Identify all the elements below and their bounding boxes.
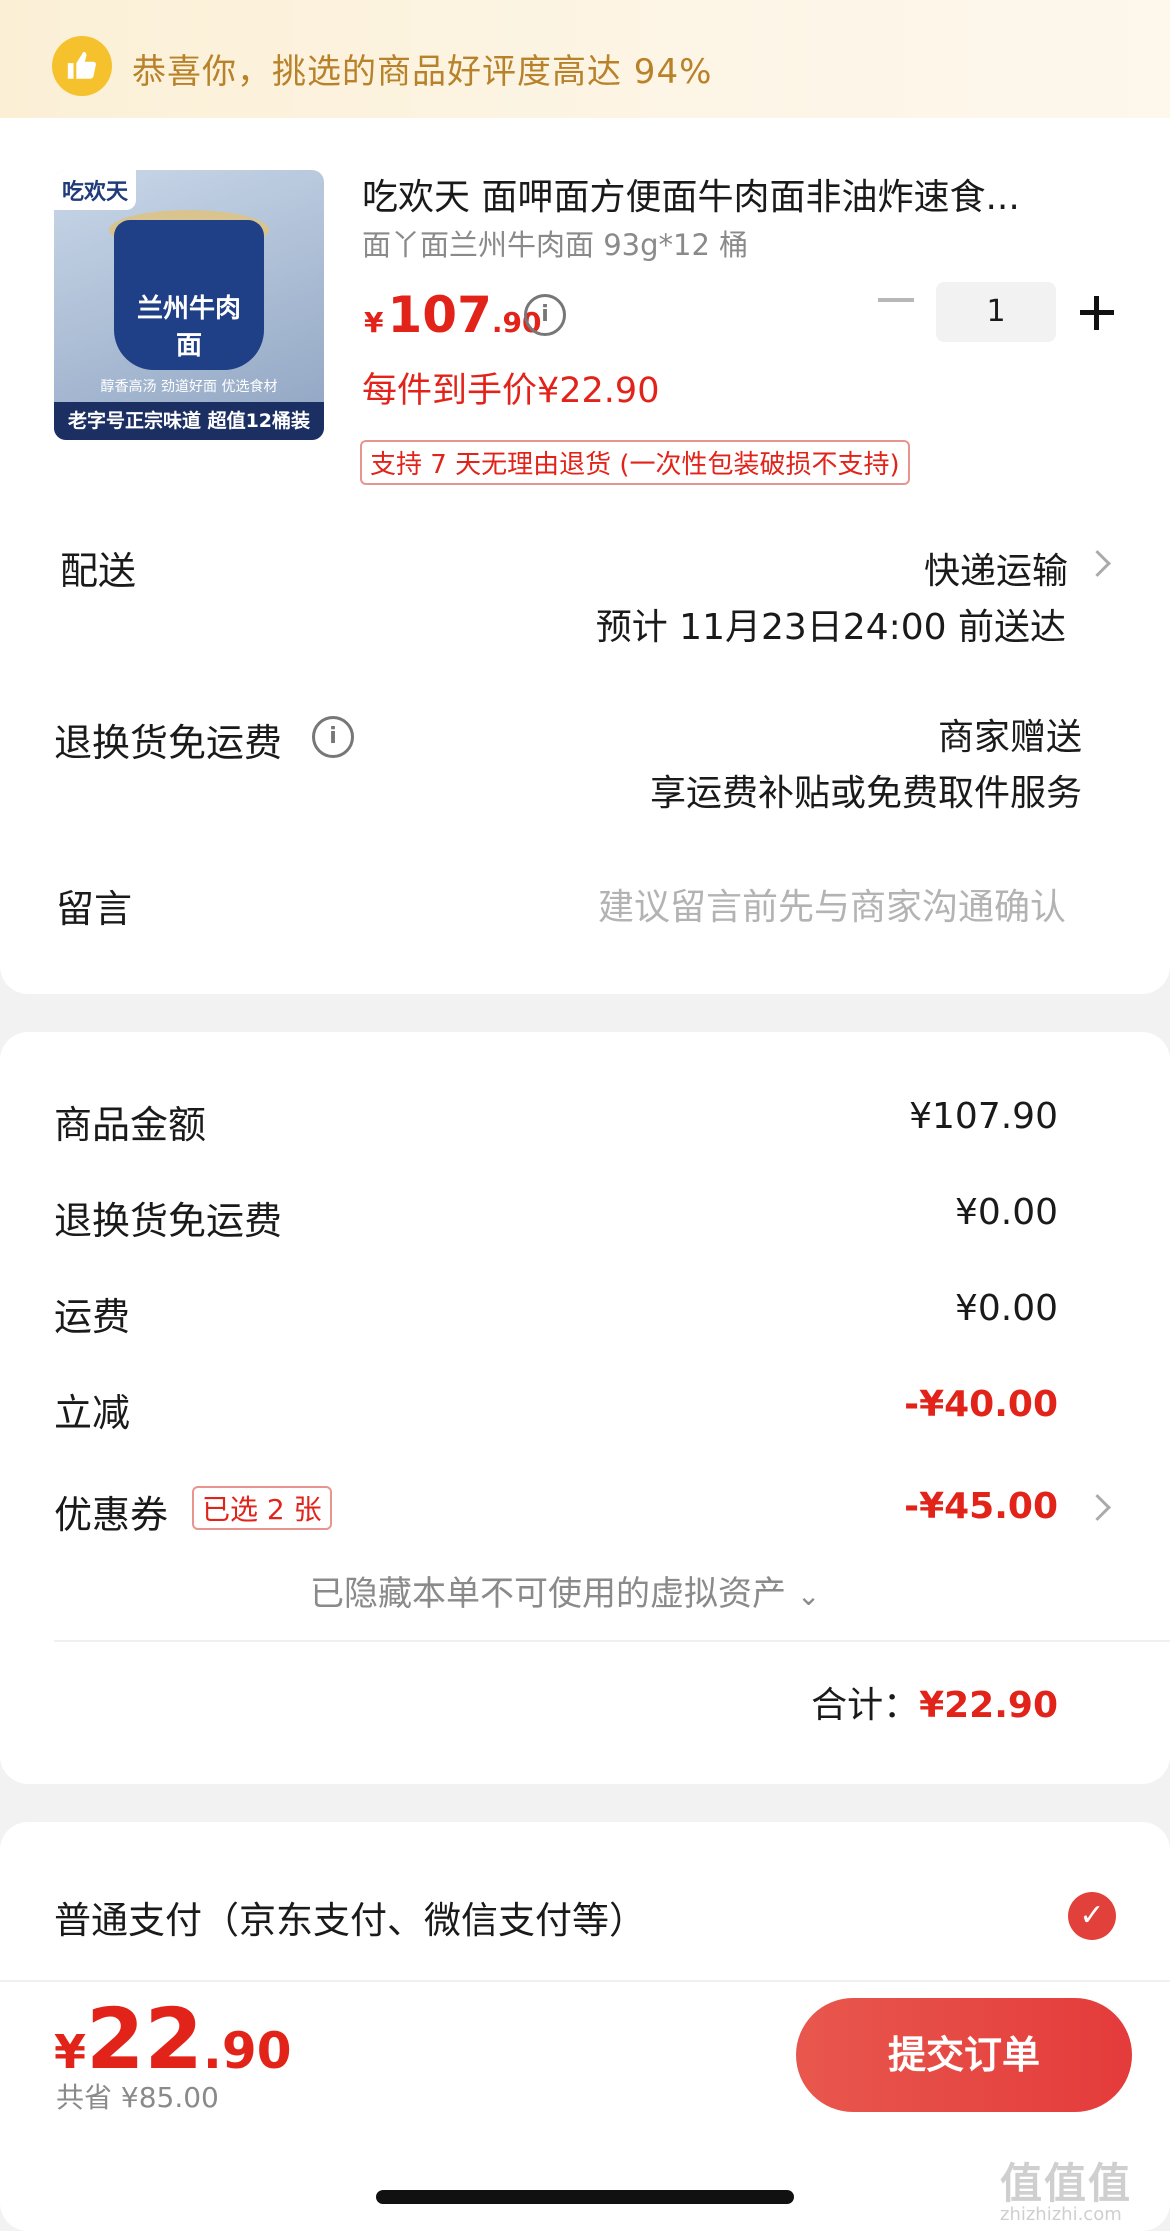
bottom-total-price: ¥ 22 .90 [54, 1990, 292, 2088]
price-int: 107 [387, 286, 492, 344]
product-image-label: 兰州牛肉面 [136, 294, 241, 361]
return-fee-line1: 商家赠送 [937, 717, 1082, 758]
divider [54, 1640, 1170, 1642]
product-image-sub: 醇香高汤 劲道好面 优选食材 [100, 379, 278, 395]
watermark-url: zhizhizhi.com [1000, 2204, 1122, 2225]
hidden-assets-text: 已隐藏本单不可使用的虚拟资产 [310, 1574, 786, 1614]
product-image[interactable]: 吃欢天 兰州牛肉面 醇香高汤 劲道好面 优选食材 老字号正宗味道 超值12桶装 [54, 170, 324, 440]
return-fee-label: 退换货免运费 [54, 721, 283, 765]
message-label: 留言 [56, 887, 133, 931]
plus-icon [1094, 296, 1099, 330]
chevron-down-icon: ⌄ [796, 1579, 821, 1612]
bottom-price-dec: .90 [202, 2022, 292, 2080]
hidden-assets-toggle[interactable]: 已隐藏本单不可使用的虚拟资产 ⌄ [310, 1566, 820, 1615]
order-total: 合计：¥22.90 [811, 1676, 1058, 1728]
payment-option-label[interactable]: 普通支付（京东支付、微信支付等） [54, 1890, 646, 1944]
quantity-input[interactable]: 1 [936, 282, 1056, 342]
total-label: 合计： [811, 1685, 920, 1726]
delivery-label: 配送 [60, 549, 137, 593]
price-info-icon[interactable]: i [524, 294, 566, 336]
quantity-minus-button[interactable] [878, 298, 914, 302]
summary-value-coupon[interactable]: -¥45.00 [904, 1486, 1058, 1527]
message-input[interactable]: 建议留言前先与商家沟通确认 [598, 878, 1066, 930]
summary-label-goods: 商品金额 [54, 1103, 207, 1147]
total-value: ¥22.90 [919, 1685, 1058, 1726]
unit-price: 每件到手价¥22.90 [362, 371, 660, 411]
return-fee-info-icon[interactable]: i [312, 716, 354, 758]
summary-label-coupon[interactable]: 优惠券 [54, 1484, 168, 1539]
home-indicator[interactable] [376, 2190, 794, 2204]
watermark-logo: 值值值 [1000, 2159, 1133, 2208]
delivery-eta: 预计 11月23日24:00 前送达 [595, 607, 1066, 648]
summary-value-discount: -¥40.00 [904, 1384, 1058, 1425]
summary-label-shipping: 运费 [54, 1295, 131, 1339]
product-title[interactable]: 吃欢天 面呷面方便面牛肉面非油炸速食... [362, 168, 1102, 220]
summary-value-return-fee: ¥0.00 [954, 1192, 1058, 1233]
product-spec: 面丫面兰州牛肉面 93g*12 桶 [362, 228, 749, 262]
summary-label-discount: 立减 [54, 1391, 131, 1435]
return-fee-line2: 享运费补贴或免费取件服务 [649, 773, 1082, 814]
product-image-bottom: 老字号正宗味道 超值12桶装 [54, 402, 324, 440]
product-price: ¥ 107 .90 [364, 286, 541, 344]
summary-value-shipping: ¥0.00 [954, 1288, 1058, 1329]
price-currency: ¥ [364, 306, 384, 339]
rating-banner-text: 恭喜你，挑选的商品好评度高达 94% [132, 52, 713, 92]
bottom-currency: ¥ [54, 2025, 87, 2079]
saved-amount: 共省 ¥85.00 [56, 2081, 219, 2114]
summary-value-goods: ¥107.90 [909, 1096, 1058, 1137]
check-icon[interactable]: ✓ [1068, 1892, 1116, 1940]
submit-order-button[interactable]: 提交订单 [796, 1998, 1132, 2112]
product-image-brand: 吃欢天 [54, 170, 137, 210]
coupon-selected-tag[interactable]: 已选 2 张 [192, 1486, 332, 1530]
return-policy-tag: 支持 7 天无理由退货 (一次性包装破损不支持) [360, 440, 910, 485]
thumb-up-icon [52, 36, 112, 96]
summary-label-return-fee: 退换货免运费 [54, 1199, 283, 1243]
bottom-price-int: 22 [86, 1990, 203, 2088]
delivery-method[interactable]: 快递运输 [924, 542, 1068, 594]
